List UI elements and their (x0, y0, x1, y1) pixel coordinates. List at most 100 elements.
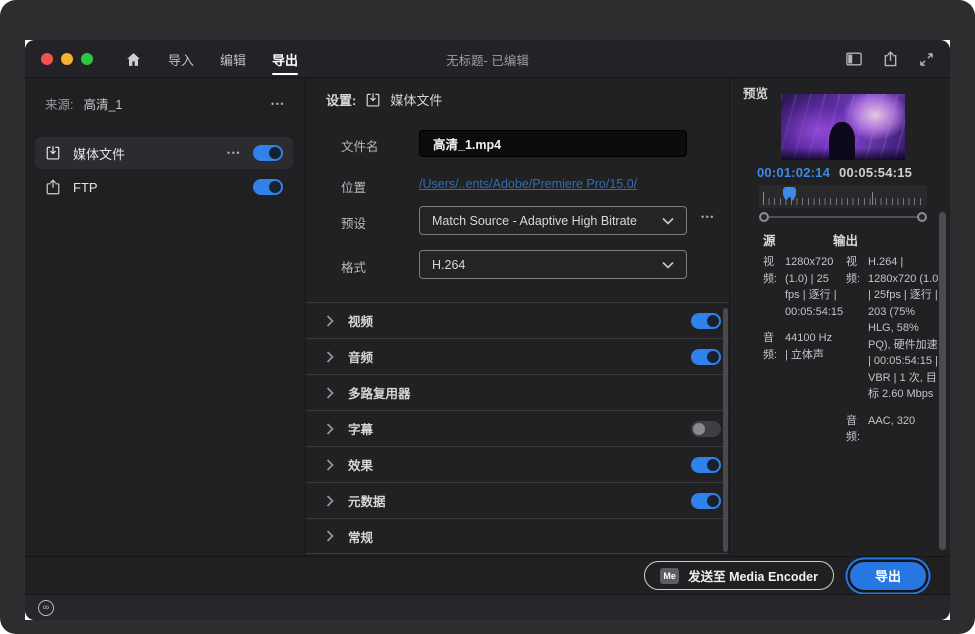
fullscreen-icon[interactable] (919, 52, 934, 67)
effects-toggle[interactable] (691, 456, 721, 473)
section-label: 效果 (348, 459, 374, 473)
download-icon (365, 92, 381, 108)
format-value: H.264 (432, 257, 466, 272)
sidebar-item-label: 媒体文件 (73, 146, 126, 162)
section-metadata[interactable]: 元数据 (306, 482, 729, 518)
destinations-sidebar: 来源: 高清_1 ••• 媒体文件 ••• FTP (25, 78, 305, 556)
sidebar-item-ftp[interactable]: FTP (35, 171, 293, 203)
output-video-value: H.264 | 1280x720 (1.0) | 25fps | 逐行 | 20… (868, 256, 942, 400)
media-file-more-icon[interactable]: ••• (227, 148, 241, 158)
format-label: 格式 (341, 261, 367, 275)
section-video[interactable]: 视频 (306, 302, 729, 338)
section-label: 字幕 (348, 423, 374, 437)
screen: 导入 编辑 导出 无标题- 已编辑 来源: 高清_1 ••• 媒体文件 ••• … (0, 0, 975, 634)
preset-more-icon[interactable]: ••• (701, 212, 715, 222)
range-out-handle[interactable] (917, 212, 927, 222)
zoom-window-button[interactable] (81, 53, 93, 65)
settings-label: 设置: (326, 93, 357, 108)
range-in-handle[interactable] (759, 212, 769, 222)
section-multiplexer[interactable]: 多路复用器 (306, 374, 729, 410)
filename-label: 文件名 (341, 140, 379, 154)
preview-scrollbar[interactable] (939, 212, 946, 550)
chevron-right-icon (326, 350, 334, 363)
export-dialog-wrap: 导入 编辑 导出 无标题- 已编辑 来源: 高清_1 ••• 媒体文件 ••• … (25, 40, 950, 620)
current-timecode: 00:01:02:14 (757, 165, 831, 180)
share-icon[interactable] (883, 51, 898, 67)
source-header: 源 (763, 234, 776, 248)
metadata-toggle[interactable] (691, 492, 721, 509)
audio-label: 音频: (763, 332, 778, 361)
chevron-right-icon (326, 422, 334, 435)
duration-timecode: 00:05:54:15 (839, 165, 913, 180)
tab-export[interactable]: 导出 (272, 40, 299, 78)
source-more-icon[interactable]: ••• (271, 99, 285, 109)
output-audio-pair: 音频: AAC, 320 (846, 413, 942, 446)
section-captions[interactable]: 字幕 (306, 410, 729, 446)
chevron-down-icon (662, 217, 674, 225)
preview-title: 预览 (743, 87, 769, 101)
section-effects[interactable]: 效果 (306, 446, 729, 482)
settings-sections: 视频 音频 多路复用器 字幕 效果 元数据 常规 (306, 302, 729, 554)
filename-input[interactable] (419, 130, 687, 157)
output-audio-value: AAC, 320 (868, 414, 916, 427)
video-toggle[interactable] (691, 312, 721, 329)
audio-label: 音频: (846, 414, 861, 444)
chevron-right-icon (326, 530, 334, 542)
chevron-right-icon (326, 314, 334, 327)
home-icon[interactable] (125, 51, 142, 68)
captions-toggle[interactable] (691, 420, 721, 437)
media-encoder-icon: Me (660, 567, 680, 584)
sidebar-item-label: FTP (73, 179, 98, 195)
preset-select[interactable]: Match Source - Adaptive High Bitrate (419, 206, 687, 235)
settings-scrollbar[interactable] (723, 308, 728, 552)
timeline-tick-major (872, 192, 873, 205)
close-window-button[interactable] (41, 53, 53, 65)
chevron-right-icon (326, 458, 334, 471)
video-label: 视频: (846, 256, 861, 285)
document-title: 无标题- 已编辑 (446, 53, 529, 68)
source-audio-value: 44100 Hz | 立体声 (785, 332, 833, 361)
section-general[interactable]: 常规 (306, 518, 729, 554)
preset-value: Match Source - Adaptive High Bitrate (432, 213, 637, 228)
send-button-label: 发送至 Media Encoder (688, 570, 818, 584)
output-header: 输出 (833, 234, 859, 248)
ftp-toggle[interactable] (253, 179, 283, 195)
location-link[interactable]: /Users/..ents/Adobe/Premiere Pro/15.0/ (419, 177, 637, 191)
section-audio[interactable]: 音频 (306, 338, 729, 374)
titlebar-actions (846, 40, 934, 78)
preset-label: 预设 (341, 217, 367, 231)
range-track (765, 216, 921, 218)
mini-timeline[interactable] (759, 185, 927, 208)
sidebar-item-media-file[interactable]: 媒体文件 ••• (35, 137, 293, 169)
status-bar: ∞ (25, 594, 950, 620)
traffic-lights (41, 53, 93, 65)
send-to-media-encoder-button[interactable]: Me 发送至 Media Encoder (644, 561, 834, 590)
export-button[interactable]: 导出 (849, 561, 926, 590)
source-label: 来源: (45, 98, 74, 112)
preview-panel: 预览 00:01:02:14 00:05:54:15 源 输出 视频: 1280… (730, 78, 950, 556)
section-label: 音频 (348, 351, 374, 365)
minimize-window-button[interactable] (61, 53, 73, 65)
settings-panel: 设置: 媒体文件 文件名 位置 /Users/..ents/Adobe/Prem… (305, 78, 730, 556)
export-dialog: 导入 编辑 导出 无标题- 已编辑 来源: 高清_1 ••• 媒体文件 ••• … (25, 40, 950, 620)
video-thumbnail (781, 94, 905, 160)
dialog-body: 来源: 高清_1 ••• 媒体文件 ••• FTP 设置: 媒体文件 文件名 高… (25, 78, 950, 556)
timeline-tick-major (763, 192, 764, 205)
output-details: 视频: H.264 | 1280x720 (1.0) | 25fps | 逐行 … (846, 254, 942, 456)
creative-cloud-icon[interactable]: ∞ (38, 599, 54, 616)
settings-header: 设置: 媒体文件 (326, 90, 442, 109)
tab-edit[interactable]: 编辑 (220, 40, 246, 78)
source-video-value: 1280x720 (1.0) | 25 fps | 逐行 | 00:05:54:… (785, 256, 844, 318)
titlebar: 导入 编辑 导出 无标题- 已编辑 (25, 40, 950, 78)
chevron-down-icon (662, 261, 674, 269)
audio-toggle[interactable] (691, 348, 721, 365)
workspace-panel-icon[interactable] (846, 52, 862, 66)
media-file-toggle[interactable] (253, 145, 283, 161)
tab-import[interactable]: 导入 (168, 40, 194, 78)
video-label: 视频: (763, 256, 778, 285)
range-slider[interactable] (759, 210, 927, 224)
header-nav: 导入 编辑 导出 (125, 40, 299, 78)
format-select[interactable]: H.264 (419, 250, 687, 279)
settings-target: 媒体文件 (390, 93, 443, 108)
source-video-pair: 视频: 1280x720 (1.0) | 25 fps | 逐行 | 00:05… (763, 254, 843, 320)
